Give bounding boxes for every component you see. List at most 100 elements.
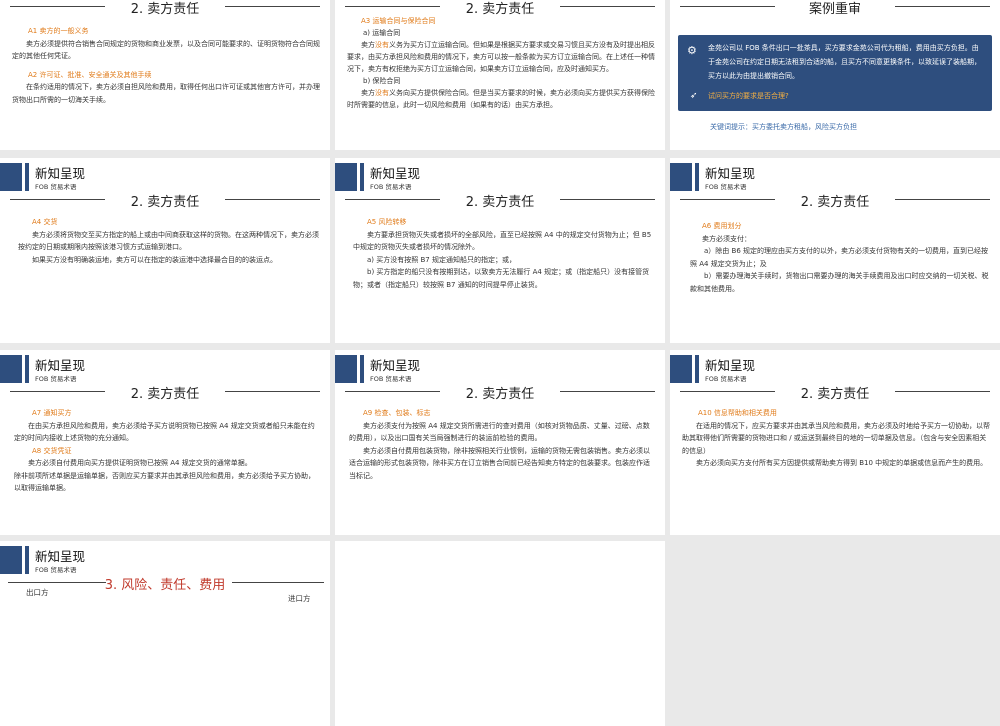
exporter-label: 出口方: [26, 588, 49, 597]
header-title: 新知呈现: [705, 166, 756, 181]
slide-a10[interactable]: 新知呈现 FOB 贸易术语 2. 卖方责任 A10 信息帮助和相关费用 在适用的…: [670, 350, 1000, 535]
keyword-hint: 关键词提示：买方委托卖方租船，风险买方负担: [710, 123, 857, 131]
header-title: 新知呈现: [370, 166, 421, 181]
subheading: A1 卖方的一般义务: [28, 27, 89, 35]
list-item: b）需要办理海关手续时，货物出口需要办理的海关手续费用及出口时应交纳的一切关税、…: [690, 272, 989, 293]
header-title: 新知呈现: [35, 166, 86, 181]
paragraph: 卖方必须自付费用向买方提供证明货物已按照 A4 规定交货的通常单据。: [28, 459, 252, 467]
slide-a6[interactable]: 新知呈现 FOB 贸易术语 2. 卖方责任 A6 费用划分 卖方必须支付： a）…: [670, 158, 1000, 343]
subheading: A4 交货: [32, 218, 58, 226]
slide-blank[interactable]: [335, 541, 665, 726]
subheading: A8 交货凭证: [32, 446, 72, 455]
paragraph: 卖方没有义务为买方订立运输合同。但如果是根据买方要求或交易习惯且买方没有及时提出…: [347, 41, 655, 73]
paragraph: 在条约适用的情况下，卖方必须自担风险和费用，取得任何出口许可证或其他官方许可，并…: [12, 83, 320, 104]
header-title: 新知呈现: [370, 358, 421, 373]
list-label: b) 保险合同: [363, 77, 401, 85]
divider-line: [232, 582, 324, 583]
slide-header: 新知呈现 FOB 贸易术语: [335, 355, 665, 385]
subheading: A3 运输合同与保险合同: [361, 17, 436, 25]
list-item: a）除由 B6 规定的理应由买方支付的以外，卖方必须支付货物有关的一切费用，直到…: [690, 247, 988, 268]
slide-body: A6 费用划分 卖方必须支付： a）除由 B6 规定的理应由买方支付的以外，卖方…: [690, 220, 990, 295]
divider-line: [560, 6, 655, 7]
subheading: A7 通知买方: [32, 409, 72, 417]
paragraph: 如果买方没有明确装运地，卖方可以在指定的装运港中选择最合目的的装运点。: [32, 255, 277, 264]
gear-icon: ⚙: [687, 44, 697, 57]
paragraph: 卖方必须提供符合销售合同规定的货物和商业发票，以及合同可能要求的、证明货物符合合…: [12, 39, 320, 61]
paragraph: 在由买方承担风险和费用，卖方必须给予买方说明货物已按照 A4 规定交货或者船只未…: [14, 421, 315, 443]
rocket-icon: ➶: [690, 91, 698, 101]
slide-header: 新知呈现 FOB 贸易术语: [0, 546, 330, 576]
header-title: 新知呈现: [35, 358, 86, 373]
header-block: [0, 355, 22, 383]
slide-body: A3 运输合同与保险合同 a) 运输合同 卖方没有义务为买方订立运输合同。但如果…: [347, 15, 657, 111]
case-question: 试问买方的要求是否合理?: [708, 92, 789, 100]
divider-line: [895, 391, 990, 392]
slide-body: A4 交货 卖方必须将货物交至买方指定的船上或由中间商获取这样的货物。在这两种情…: [18, 216, 320, 266]
paragraph: 卖方必须支付为按照 A4 规定交货所需进行的查对费用（如核对货物品质、丈量、过磅…: [349, 421, 650, 443]
slide-a9[interactable]: 新知呈现 FOB 贸易术语 2. 卖方责任 A9 检查、包装、标志 卖方必须支付…: [335, 350, 665, 535]
divider-line: [225, 391, 320, 392]
subheading: A5 风险转移: [367, 218, 407, 226]
header-subtitle: FOB 贸易术语: [35, 566, 77, 574]
section-title: 2. 卖方责任: [130, 387, 200, 402]
slide-a5[interactable]: 新知呈现 FOB 贸易术语 2. 卖方责任 A5 风险转移 卖方要承担货物灭失或…: [335, 158, 665, 343]
section-title: 2. 卖方责任: [465, 195, 535, 210]
section-title: 案例重审: [808, 2, 861, 17]
list-item: b) 买方指定的船只没有按期到达，以致卖方无法履行 A4 规定；或（指定船只）没…: [353, 268, 650, 289]
list-label: a) 运输合同: [363, 29, 401, 37]
header-block: [0, 546, 22, 574]
section-title: 2. 卖方责任: [130, 195, 200, 210]
header-subtitle: FOB 贸易术语: [705, 183, 747, 191]
paragraph: 卖方必须自付费用包装货物，除非按照相关行业惯例，运输的货物无需包装销售。卖方必须…: [349, 446, 650, 480]
slide-risk-liability-cost[interactable]: 新知呈现 FOB 贸易术语 3. 风险、责任、费用 出口方 进口方: [0, 541, 330, 726]
header-bar: [25, 163, 29, 191]
slide-header: 新知呈现 FOB 贸易术语: [0, 355, 330, 385]
subheading: A2 许可证、批准、安全通关及其他手续: [28, 70, 152, 79]
slide-header: 新知呈现 FOB 贸易术语: [670, 163, 1000, 193]
header-block: [670, 355, 692, 383]
slide-body: A10 信息帮助和相关费用 在适用的情况下，应买方要求并由其承当风险和费用，卖方…: [682, 407, 990, 470]
subheading: A9 检查、包装、标志: [363, 409, 431, 417]
slide-body: A7 通知买方 在由买方承担风险和费用，卖方必须给予买方说明货物已按照 A4 规…: [14, 407, 320, 495]
slide-header: 新知呈现 FOB 贸易术语: [670, 355, 1000, 385]
slide-case-review[interactable]: 案例重审 ⚙ 金苑公司以 FOB 条件出口一批茶具，买方要求金苑公司代为租船，费…: [670, 0, 1000, 150]
divider-line: [225, 199, 320, 200]
paragraph: 卖方必须支付：: [702, 234, 751, 243]
header-block: [0, 163, 22, 191]
header-subtitle: FOB 贸易术语: [370, 375, 412, 383]
header-subtitle: FOB 贸易术语: [35, 375, 77, 383]
paragraph: 卖方必须向买方支付所有买方因提供或帮助卖方得到 B10 中规定的单据或信息而产生…: [696, 459, 988, 467]
header-bar: [695, 355, 699, 383]
header-block: [670, 163, 692, 191]
header-bar: [25, 546, 29, 574]
paragraph: 卖方必须将货物交至买方指定的船上或由中间商获取这样的货物。在这两种情况下，卖方必…: [18, 230, 319, 252]
header-block: [335, 163, 357, 191]
header-title: 新知呈现: [35, 549, 86, 564]
divider-line: [560, 391, 655, 392]
section-title: 2. 卖方责任: [130, 2, 200, 17]
header-subtitle: FOB 贸易术语: [370, 183, 412, 191]
header-title: 新知呈现: [705, 358, 756, 373]
divider-line: [895, 199, 990, 200]
paragraph: 卖方要承担货物灭失或者损坏的全部风险，直至已经按照 A4 中的规定交付货物为止；…: [353, 230, 652, 252]
paragraph: 卖方没有义务向买方提供保险合同。但是当买方要求的时候，卖方必须向买方提供买方获得…: [347, 89, 655, 109]
header-bar: [360, 355, 364, 383]
slide-header: 新知呈现 FOB 贸易术语: [0, 163, 330, 193]
slide-a1-a2[interactable]: 2. 卖方责任 A1 卖方的一般义务 卖方必须提供符合销售合同规定的货物和商业发…: [0, 0, 330, 150]
paragraph: 除非前项所述单据是运输单据，否则应买方要求并由其承担风险和费用，卖方必须给予买方…: [14, 471, 315, 493]
divider-line: [560, 199, 655, 200]
slide-body: A5 风险转移 卖方要承担货物灭失或者损坏的全部风险，直至已经按照 A4 中的规…: [353, 216, 657, 291]
subheading: A6 费用划分: [702, 222, 742, 230]
slide-a7-a8[interactable]: 新知呈现 FOB 贸易术语 2. 卖方责任 A7 通知买方 在由买方承担风险和费…: [0, 350, 330, 535]
header-bar: [25, 355, 29, 383]
slide-body: A1 卖方的一般义务 卖方必须提供符合销售合同规定的货物和商业发票，以及合同可能…: [12, 25, 320, 106]
slide-header: 新知呈现 FOB 贸易术语: [335, 163, 665, 193]
slide-a4[interactable]: 新知呈现 FOB 贸易术语 2. 卖方责任 A4 交货 卖方必须将货物交至买方指…: [0, 158, 330, 343]
header-subtitle: FOB 贸易术语: [35, 183, 77, 191]
importer-label: 进口方: [288, 594, 311, 603]
section-title: 3. 风险、责任、费用: [104, 578, 226, 593]
slide-a3[interactable]: 2. 卖方责任 A3 运输合同与保险合同 a) 运输合同 卖方没有义务为买方订立…: [335, 0, 665, 150]
section-title: 2. 卖方责任: [800, 195, 870, 210]
header-bar: [695, 163, 699, 191]
paragraph: 在适用的情况下，应买方要求并由其承当风险和费用，卖方必须及时地给予买方一切协助，…: [682, 421, 990, 455]
